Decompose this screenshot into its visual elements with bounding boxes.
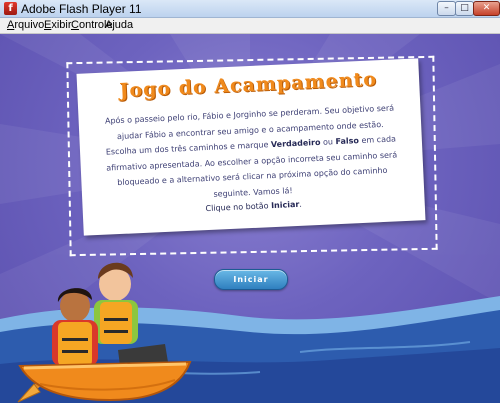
instructions-text: Após o passeio pelo rio, Fábio e Jorginh… [104, 103, 398, 199]
menu-ajuda[interactable]: Ajuda [105, 19, 133, 31]
game-title: Jogo do Acampamento [119, 68, 378, 102]
flash-stage: Jogo do Acampamento Após o passeio pelo … [0, 34, 500, 403]
kids-in-boat-illustration [17, 262, 192, 403]
life-vest-right [100, 302, 132, 344]
flash-player-icon: f [4, 2, 17, 15]
close-button[interactable]: ✕ [473, 1, 500, 16]
minimize-button[interactable]: – [437, 1, 456, 16]
start-button[interactable]: Iniciar [214, 269, 288, 290]
menu-exibir[interactable]: Exibir [44, 19, 72, 31]
menu-bar: Arquivo Exibir Controle Ajuda [0, 18, 500, 34]
life-vest-left [58, 322, 92, 366]
maximize-button[interactable]: □ [455, 1, 474, 16]
window-titlebar[interactable]: f Adobe Flash Player 11 – □ ✕ [0, 0, 500, 18]
instructions-card: Jogo do Acampamento Após o passeio pelo … [76, 58, 426, 236]
menu-arquivo[interactable]: Arquivo [7, 19, 44, 31]
window-title: Adobe Flash Player 11 [21, 2, 142, 16]
